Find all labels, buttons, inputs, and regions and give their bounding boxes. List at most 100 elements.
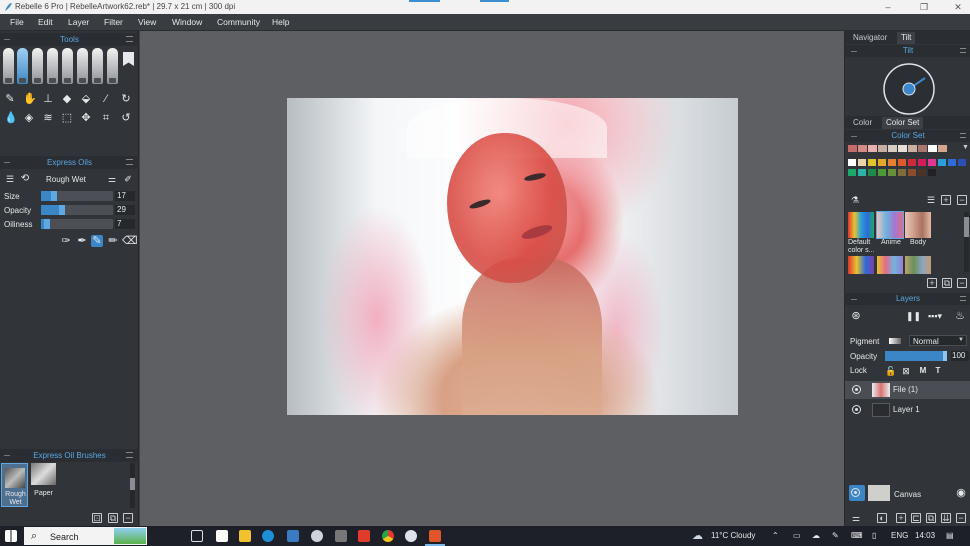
app-active-icon[interactable]: [429, 530, 441, 542]
tab-navigator[interactable]: Navigator: [849, 32, 891, 44]
color-swatch[interactable]: [938, 159, 946, 166]
erase-small-icon[interactable]: ⌫: [122, 235, 138, 247]
chevron-up-icon[interactable]: ⌃: [772, 531, 779, 540]
layer-row-layer1[interactable]: Layer 1: [845, 401, 970, 419]
color-swatch[interactable]: [918, 145, 927, 152]
paint-active-icon[interactable]: ✎: [91, 235, 103, 247]
file-explorer-icon[interactable]: [239, 530, 251, 542]
add-icon[interactable]: +: [927, 278, 937, 288]
layer-opacity-value[interactable]: 100: [951, 351, 969, 361]
onedrive-icon[interactable]: ☁: [812, 531, 820, 540]
grip-icon[interactable]: [4, 162, 10, 163]
color-swatch[interactable]: [928, 145, 937, 152]
canvas-settings-icon[interactable]: ◉: [955, 487, 967, 499]
merge-layer-icon[interactable]: ⇊: [941, 513, 951, 523]
color-swatch[interactable]: [858, 159, 866, 166]
color-swatch[interactable]: [878, 159, 886, 166]
new-group-icon[interactable]: ⊏: [911, 513, 921, 523]
new-layer-icon[interactable]: +: [896, 513, 906, 523]
menu-file[interactable]: File: [10, 17, 24, 27]
tab-color[interactable]: Color: [849, 117, 876, 129]
stencil-icon[interactable]: ◈: [23, 112, 35, 124]
delete-layer-icon[interactable]: −: [956, 513, 966, 523]
menu-community[interactable]: Community: [217, 17, 260, 27]
water-drop-icon[interactable]: 💧: [4, 112, 18, 124]
select-icon[interactable]: ⬚: [61, 112, 73, 124]
color-swatch[interactable]: [888, 159, 896, 166]
dry-icon[interactable]: ⊛: [850, 310, 862, 322]
panel-menu-icon[interactable]: [126, 36, 133, 42]
opacity-value[interactable]: 29: [115, 205, 135, 215]
taskbar-search[interactable]: ⌕ Search: [24, 527, 147, 545]
color-swatch[interactable]: [938, 145, 947, 152]
colorset-body-thumb[interactable]: [905, 212, 931, 238]
workspace[interactable]: [140, 31, 844, 526]
panel-menu-icon[interactable]: [960, 48, 966, 53]
color-swatch[interactable]: [858, 145, 867, 152]
dropper-icon[interactable]: ✑: [60, 235, 72, 247]
menu-window[interactable]: Window: [172, 17, 202, 27]
lock-transparency-icon[interactable]: ⊠: [900, 365, 912, 377]
color-swatch[interactable]: [908, 145, 917, 152]
panel-menu-icon[interactable]: [960, 296, 966, 301]
duplicate-icon[interactable]: ⧉: [942, 278, 952, 288]
pencil-icon[interactable]: ✎: [4, 93, 16, 105]
tab-tilt[interactable]: Tilt: [897, 32, 916, 44]
stamp-icon[interactable]: ⊥: [42, 93, 54, 105]
preset-name[interactable]: Rough Wet: [46, 175, 86, 184]
notification-icon[interactable]: ▤: [946, 531, 954, 540]
painting-canvas[interactable]: [287, 98, 738, 415]
duplicate-icon[interactable]: ⧉: [108, 513, 118, 523]
panel-menu-icon[interactable]: [126, 452, 133, 458]
color-swatch[interactable]: [898, 169, 906, 176]
pigment-icon[interactable]: [889, 338, 901, 344]
menu-help[interactable]: Help: [272, 17, 289, 27]
panel-menu-icon[interactable]: [960, 133, 966, 138]
panel-menu-icon[interactable]: [126, 159, 133, 165]
menu-edit[interactable]: Edit: [38, 17, 53, 27]
chrome-icon[interactable]: [382, 530, 394, 542]
menu-filter[interactable]: Filter: [104, 17, 123, 27]
close-button[interactable]: ✕: [946, 1, 970, 13]
pen-icon[interactable]: ✒: [76, 235, 88, 247]
eraser-icon[interactable]: ◆: [61, 93, 73, 105]
tray-icon[interactable]: ▭: [793, 531, 801, 540]
list-view-icon[interactable]: ☰: [925, 194, 937, 206]
clock[interactable]: 14:03: [915, 531, 935, 540]
mail-icon[interactable]: [287, 530, 299, 542]
weather-text[interactable]: 11°C Cloudy: [711, 531, 755, 540]
colorset-scrollbar[interactable]: [964, 212, 969, 272]
eye-icon[interactable]: [852, 405, 861, 414]
tab-color-set[interactable]: Color Set: [882, 117, 924, 129]
smudge-icon[interactable]: ✋: [23, 93, 37, 105]
menu-lines-icon[interactable]: ☰: [4, 173, 16, 185]
duplicate-layer-icon[interactable]: ⧉: [926, 513, 936, 523]
pause-icon[interactable]: ❚❚: [906, 310, 921, 322]
menu-view[interactable]: View: [138, 17, 156, 27]
brush-tool[interactable]: [107, 48, 118, 84]
lock-mask-button[interactable]: M: [917, 365, 929, 377]
pen-tray-icon[interactable]: ✎: [832, 531, 839, 540]
brushes-scrollbar[interactable]: [130, 463, 135, 508]
oiliness-value[interactable]: 7: [115, 219, 135, 229]
brush-edit-icon[interactable]: ✐: [122, 173, 134, 185]
history-icon[interactable]: ⟲: [19, 173, 31, 185]
grip-icon[interactable]: [4, 455, 10, 456]
color-swatch[interactable]: [878, 145, 887, 152]
color-swatch[interactable]: [868, 145, 877, 152]
menu-layer[interactable]: Layer: [68, 17, 89, 27]
layer-row-file[interactable]: File (1): [845, 381, 970, 399]
eye-icon[interactable]: [852, 385, 861, 394]
canvas-thumb[interactable]: [868, 485, 890, 501]
app-icon[interactable]: [216, 530, 228, 542]
windows-start-icon[interactable]: [5, 530, 17, 542]
remove-icon[interactable]: −: [123, 513, 133, 523]
brush-tool-active[interactable]: [17, 48, 28, 84]
picker-icon[interactable]: ⁄: [100, 93, 112, 105]
blend-icon[interactable]: ✏: [107, 235, 119, 247]
brush-tool[interactable]: [32, 48, 43, 84]
settings-sliders-icon[interactable]: ⚌: [106, 173, 118, 185]
dropdown-arrow-icon[interactable]: ▼: [962, 144, 969, 151]
office-icon[interactable]: [358, 530, 370, 542]
colorset-thumb[interactable]: [848, 256, 874, 274]
